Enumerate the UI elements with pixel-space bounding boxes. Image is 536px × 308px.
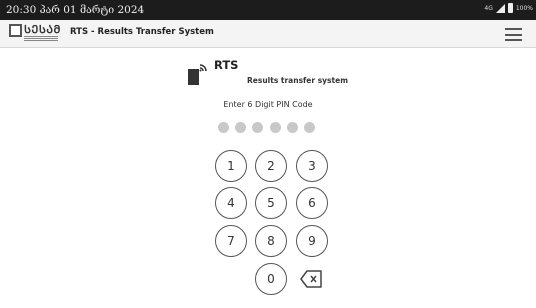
app-title: RTS - Results Transfer System	[70, 27, 214, 37]
keypad-key-8[interactable]: 8	[255, 225, 287, 257]
pin-dot	[252, 122, 264, 133]
logo-text: ᲡᲔᲡᲐᲛ	[24, 23, 61, 36]
phone-signal-icon	[188, 64, 207, 85]
keypad-key-4[interactable]: 4	[215, 187, 247, 219]
keypad-key-5[interactable]: 5	[255, 187, 287, 219]
keypad-key-0[interactable]: 0	[255, 263, 287, 295]
pin-dot	[303, 122, 315, 133]
keypad-key-7[interactable]: 7	[215, 225, 247, 257]
pin-dot	[235, 122, 247, 133]
logo-tagline-lines	[24, 36, 58, 42]
app-bar: ᲡᲔᲡᲐᲛ RTS - Results Transfer System	[0, 20, 536, 48]
pin-prompt: Enter 6 Digit PIN Code	[223, 100, 313, 109]
hamburger-menu-icon[interactable]	[505, 28, 522, 41]
battery-level: 100%	[515, 4, 533, 12]
status-indicators: 4G 100%	[484, 3, 533, 13]
pin-dot	[269, 122, 281, 133]
rts-subtitle: Results transfer system	[247, 76, 349, 85]
keypad-key-3[interactable]: 3	[296, 150, 328, 182]
pin-indicator	[218, 122, 315, 133]
backspace-icon[interactable]	[300, 270, 322, 288]
status-bar: 20:30 პარ 01 მარტი 2024 4G 100%	[0, 0, 536, 20]
status-time: 20:30 პარ 01 მარტი 2024	[6, 4, 145, 16]
keypad-key-9[interactable]: 9	[296, 225, 328, 257]
rts-title: RTS	[214, 58, 239, 72]
keypad-key-6[interactable]: 6	[296, 187, 328, 219]
keypad-key-2[interactable]: 2	[255, 150, 287, 182]
app-logo: ᲡᲔᲡᲐᲛ	[9, 23, 61, 43]
signal-icon	[495, 3, 505, 13]
logo-mark-icon	[9, 24, 22, 37]
keypad-key-1[interactable]: 1	[215, 150, 247, 182]
pin-dot	[286, 122, 298, 133]
battery-icon	[507, 3, 513, 13]
network-type: 4G	[484, 4, 493, 12]
pin-dot	[218, 122, 229, 133]
